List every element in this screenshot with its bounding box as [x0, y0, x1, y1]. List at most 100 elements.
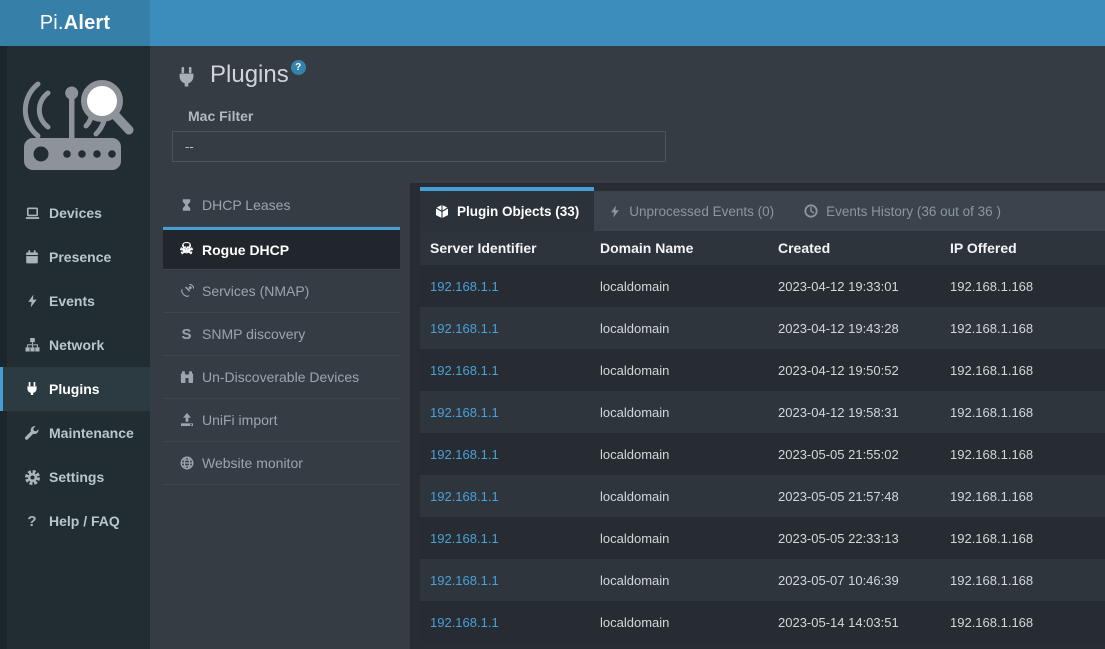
s-letter-icon: S: [175, 327, 198, 342]
sidebar-item-label: Network: [49, 337, 104, 353]
plugin-nav-label: DHCP Leases: [202, 197, 290, 213]
table-row: 192.168.1.1 localdomain 2023-04-12 19:33…: [420, 265, 1105, 307]
sidebar-toggle-button[interactable]: [150, 0, 200, 46]
domain-cell: localdomain: [590, 517, 768, 559]
sidebar-item-maintenance[interactable]: Maintenance: [0, 411, 150, 455]
server-identifier-link[interactable]: 192.168.1.1: [420, 559, 590, 601]
plugin-nav-label: Services (NMAP): [202, 283, 309, 299]
sidebar-item-settings[interactable]: Settings: [0, 455, 150, 499]
table-row: 192.168.1.1 localdomain 2023-05-05 21:55…: [420, 433, 1105, 475]
server-identifier-link[interactable]: 192.168.1.1: [420, 265, 590, 307]
plugin-nav-item-services-nmap[interactable]: Services (NMAP): [163, 270, 400, 313]
created-cell: 2023-04-12 19:50:52: [768, 349, 940, 391]
domain-cell: localdomain: [590, 265, 768, 307]
server-identifier-link[interactable]: 192.168.1.1: [420, 433, 590, 475]
created-cell: 2023-05-07 10:46:39: [768, 559, 940, 601]
sidebar-item-label: Maintenance: [49, 425, 134, 441]
sidebar-item-label: Plugins: [49, 381, 100, 397]
domain-cell: localdomain: [590, 433, 768, 475]
sidebar-item-network[interactable]: Network: [0, 323, 150, 367]
plugin-nav-label: Un-Discoverable Devices: [202, 369, 359, 385]
sidebar-item-help-faq[interactable]: ? Help / FAQ: [0, 499, 150, 543]
ip-offered-cell: 192.168.1.168: [940, 433, 1105, 475]
laptop-icon: [21, 206, 43, 221]
tab-label: Unprocessed Events (0): [629, 204, 774, 219]
table-row: 192.168.1.1 localdomain 2023-04-12 19:43…: [420, 307, 1105, 349]
ip-offered-cell: 192.168.1.168: [940, 391, 1105, 433]
sidebar-item-plugins[interactable]: Plugins: [0, 367, 150, 411]
table-row: 192.168.1.1 localdomain 2023-05-14 14:03…: [420, 601, 1105, 643]
tab-plugin-objects[interactable]: Plugin Objects (33): [420, 187, 594, 231]
tab-label: Plugin Objects (33): [457, 204, 579, 219]
tab-events-history[interactable]: Events History (36 out of 36 ): [789, 191, 1016, 231]
plugin-objects-table: Server Identifier Domain Name Created IP…: [420, 231, 1105, 649]
upload-icon: [175, 413, 198, 427]
plugin-tabs: Plugin Objects (33) Unprocessed Events (…: [420, 191, 1105, 231]
bolt-icon: [609, 205, 621, 218]
sidebar-item-label: Presence: [49, 249, 111, 265]
domain-cell: localdomain: [590, 391, 768, 433]
tab-unprocessed-events[interactable]: Unprocessed Events (0): [594, 191, 789, 231]
lower-region: DHCP Leases ☠ Rogue DHCP Services (NMAP)…: [150, 183, 1105, 649]
plugin-nav-item-rogue-dhcp[interactable]: ☠ Rogue DHCP: [163, 227, 400, 270]
server-identifier-link[interactable]: 192.168.1.1: [420, 601, 590, 643]
calendar-icon: [21, 250, 43, 264]
created-cell: 2023-05-05 21:57:48: [768, 475, 940, 517]
question-icon: ?: [21, 514, 43, 529]
sidebar-item-events[interactable]: Events: [0, 279, 150, 323]
plugin-nav-item-undiscoverable-devices[interactable]: Un-Discoverable Devices: [163, 356, 400, 399]
sidebar-item-devices[interactable]: Devices: [0, 191, 150, 235]
server-identifier-link[interactable]: 192.168.1.1: [420, 475, 590, 517]
help-badge[interactable]: ?: [291, 60, 306, 75]
brand-logo[interactable]: Pi.Alert: [0, 0, 150, 46]
plugin-nav-label: UniFi import: [202, 412, 277, 428]
ip-offered-cell: 192.168.1.168: [940, 307, 1105, 349]
table-header-row: Server Identifier Domain Name Created IP…: [420, 231, 1105, 265]
sidebar-item-label: Settings: [49, 469, 104, 485]
pialert-router-logo: [0, 46, 150, 191]
domain-cell: localdomain: [590, 475, 768, 517]
sidebar-item-label: Devices: [49, 205, 102, 221]
plugin-nav: DHCP Leases ☠ Rogue DHCP Services (NMAP)…: [163, 184, 410, 649]
created-cell: 2023-05-05 22:33:13: [768, 517, 940, 559]
plugin-nav-item-website-monitor[interactable]: Website monitor: [163, 442, 400, 485]
page-title: Plugins: [210, 62, 289, 88]
domain-cell: localdomain: [590, 601, 768, 643]
col-server-identifier: Server Identifier: [420, 231, 590, 265]
created-cell: 2023-05-05 21:55:02: [768, 433, 940, 475]
mac-filter-label: Mac Filter: [188, 108, 1105, 124]
top-bar: Pi.Alert: [0, 0, 1105, 46]
created-cell: 2023-05-14 14:03:51: [768, 601, 940, 643]
ip-offered-cell: 192.168.1.168: [940, 559, 1105, 601]
plugin-nav-item-dhcp-leases[interactable]: DHCP Leases: [163, 184, 400, 227]
plugin-nav-label: Rogue DHCP: [202, 242, 289, 258]
server-identifier-link[interactable]: 192.168.1.1: [420, 307, 590, 349]
plugin-nav-label: Website monitor: [202, 455, 303, 471]
table-row: 192.168.1.1 localdomain 2023-04-12 19:58…: [420, 391, 1105, 433]
mac-filter-input[interactable]: [172, 131, 666, 162]
created-cell: 2023-04-12 19:58:31: [768, 391, 940, 433]
created-cell: 2023-04-12 19:33:01: [768, 265, 940, 307]
server-identifier-link[interactable]: 192.168.1.1: [420, 517, 590, 559]
server-identifier-link[interactable]: 192.168.1.1: [420, 391, 590, 433]
sidebar-item-label: Events: [49, 293, 95, 309]
satellite-dish-icon: [175, 284, 198, 298]
table-row: 192.168.1.1 localdomain 2023-05-05 21:57…: [420, 475, 1105, 517]
table-row: 192.168.1.1 localdomain 2023-04-12 19:50…: [420, 349, 1105, 391]
table-row: 192.168.1.1 localdomain 2023-05-07 10:46…: [420, 559, 1105, 601]
col-created: Created: [768, 231, 940, 265]
brand-suffix: Alert: [64, 12, 111, 35]
sidebar-item-presence[interactable]: Presence: [0, 235, 150, 279]
plugin-nav-item-snmp-discovery[interactable]: S SNMP discovery: [163, 313, 400, 356]
col-domain-name: Domain Name: [590, 231, 768, 265]
sidebar-item-label: Help / FAQ: [49, 513, 120, 529]
bolt-icon: [21, 294, 43, 308]
server-identifier-link[interactable]: 192.168.1.1: [420, 349, 590, 391]
plug-icon: [176, 67, 197, 88]
table-row: 192.168.1.1 localdomain 2023-05-05 22:33…: [420, 517, 1105, 559]
plugin-nav-item-unifi-import[interactable]: UniFi import: [163, 399, 400, 442]
gear-icon: [21, 470, 43, 485]
plug-icon: [21, 382, 43, 396]
domain-cell: localdomain: [590, 559, 768, 601]
ip-offered-cell: 192.168.1.168: [940, 517, 1105, 559]
